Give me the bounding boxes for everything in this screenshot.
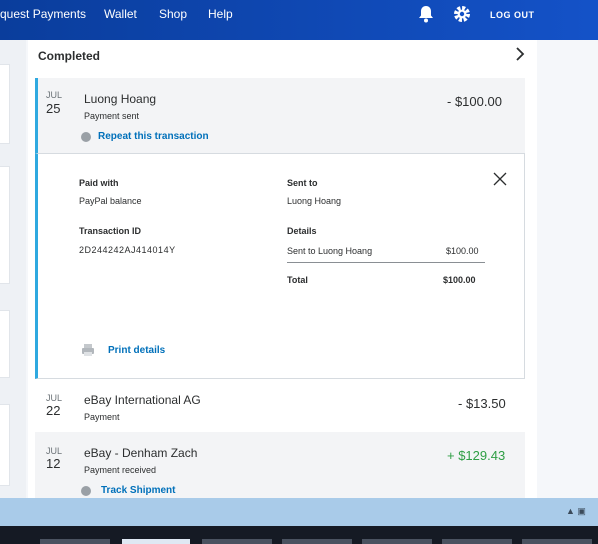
nav-request-payments[interactable]: quest Payments [0,7,86,21]
taskbar-tab[interactable] [362,539,432,544]
transaction-type: Payment sent [84,111,140,121]
total-amount: $100.00 [443,275,476,285]
sent-to-value: Luong Hoang [287,196,342,206]
details-divider [287,262,485,263]
transaction-id-value: 2D244242AJ414014Y [79,245,176,255]
taskbar [0,498,598,526]
paid-with-label: Paid with [79,178,119,188]
section-title: Completed [38,49,101,63]
repeat-transaction-link[interactable]: Repeat this transaction [98,131,209,142]
nav-shop[interactable]: Shop [159,7,187,21]
nav-wallet[interactable]: Wallet [104,7,137,21]
left-card [0,166,10,284]
taskbar-tab[interactable] [522,539,592,544]
transaction-name: eBay - Denham Zach [84,446,198,460]
bell-icon[interactable] [416,4,436,24]
transaction-id-label: Transaction ID [79,226,142,236]
details-line-amount: $100.00 [446,246,479,256]
tray-icons[interactable]: ▲ ▣ [566,506,586,517]
transaction-name: eBay International AG [84,393,201,407]
logout-button[interactable]: LOG OUT [490,10,535,20]
transaction-amount: - $100.00 [447,94,502,109]
top-navigation: quest Payments Wallet Shop Help LOG OUT [0,0,598,40]
total-label: Total [287,275,308,285]
repeat-icon[interactable] [81,132,91,142]
details-line: Sent to Luong Hoang [287,246,373,256]
transaction-amount: - $13.50 [458,396,506,411]
transaction-type: Payment received [84,465,157,475]
transaction-day: 22 [46,403,61,418]
left-card [0,64,10,144]
print-details-link[interactable]: Print details [108,345,165,356]
right-gutter [537,40,598,498]
transaction-name: Luong Hoang [84,92,157,106]
taskbar-tab[interactable] [282,539,352,544]
sent-to-label: Sent to [287,178,318,188]
gear-icon[interactable] [452,4,472,24]
transaction-amount: + $129.43 [447,448,506,463]
transaction-month: JUL [46,446,63,456]
shipment-icon[interactable] [81,486,91,496]
details-label: Details [287,226,317,236]
print-icon[interactable] [81,343,95,357]
nav-help[interactable]: Help [208,7,233,21]
close-icon[interactable] [492,171,508,187]
paid-with-value: PayPal balance [79,196,142,206]
transaction-type: Payment [84,412,120,422]
track-shipment-link[interactable]: Track Shipment [101,485,175,496]
taskbar-tab[interactable] [40,539,110,544]
transaction-day: 12 [46,456,61,471]
taskbar-tab[interactable] [122,539,190,544]
taskbar-tab[interactable] [202,539,272,544]
left-card [0,310,10,378]
transaction-month: JUL [46,90,63,100]
transaction-day: 25 [46,101,61,116]
left-card [0,404,10,486]
taskbar-tab[interactable] [442,539,512,544]
chevron-right-icon[interactable] [514,47,526,61]
transaction-month: JUL [46,393,63,403]
